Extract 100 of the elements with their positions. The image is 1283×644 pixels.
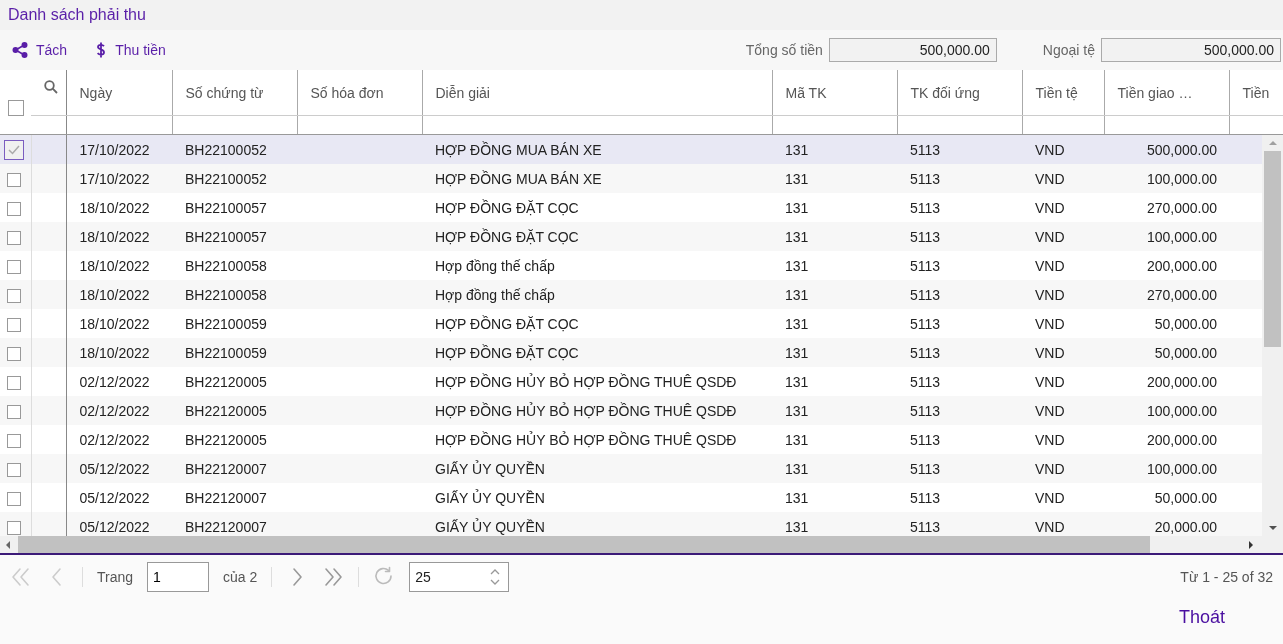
- table-cell: 100,000.00: [1146, 228, 1217, 245]
- table-cell: 5113: [910, 489, 941, 506]
- table-row[interactable]: 05/12/2022 BH22120007 GIẤY ỦY QUYỀN 131 5113 VND 20,000.00: [0, 512, 1262, 536]
- table-row[interactable]: 18/10/2022 BH22100057 HỢP ĐỒNG ĐẶT CỌC 131 5113 VND 100,000.00: [0, 222, 1262, 251]
- table-cell: 270,000.00: [1146, 286, 1217, 303]
- table-cell: 18/10/2022: [79, 344, 150, 361]
- checkbox[interactable]: [7, 288, 21, 303]
- checkbox[interactable]: [7, 462, 21, 477]
- table-cell: BH22120007: [185, 460, 267, 477]
- spinner-arrows-icon: [490, 568, 501, 586]
- table-cell: 5113: [910, 373, 941, 390]
- table-cell: 131: [785, 402, 809, 419]
- horizontal-scrollbar[interactable]: [0, 536, 1283, 555]
- total-field[interactable]: 500,000.00: [828, 38, 997, 62]
- table-cell: 131: [785, 518, 809, 535]
- table-row[interactable]: 17/10/2022 BH22100052 HỢP ĐỒNG MUA BÁN XE 131 5113 VND 500,000.00: [0, 135, 1262, 164]
- table-cell: 131: [785, 344, 809, 361]
- table-cell: BH22100057: [185, 199, 267, 216]
- checkmark-icon: [8, 144, 20, 155]
- table-cell: BH22100052: [185, 170, 267, 187]
- table-cell: 5113: [910, 315, 941, 332]
- table-cell: 131: [785, 315, 809, 332]
- column-header[interactable]: Diễn giải: [422, 70, 772, 116]
- column-header[interactable]: Ngày: [66, 70, 172, 116]
- table-cell: VND: [1035, 460, 1065, 477]
- table-row[interactable]: 18/10/2022 BH22100058 Hợp đồng thế chấp 131 5113 VND 270,000.00: [0, 280, 1262, 309]
- window-title: Danh sách phải thu: [8, 6, 146, 24]
- table-cell: 5113: [910, 170, 941, 187]
- column-header[interactable]: Mã TK: [772, 70, 897, 116]
- table-cell: HỢP ĐỒNG ĐẶT CỌC: [435, 199, 579, 216]
- page-count: của 2: [223, 569, 258, 585]
- table-row[interactable]: 18/10/2022 BH22100059 HỢP ĐỒNG ĐẶT CỌC 131 5113 VND 50,000.00: [0, 338, 1262, 367]
- vertical-scrollbar[interactable]: [1262, 135, 1283, 536]
- table-cell: BH22120007: [185, 489, 267, 506]
- table-cell: 17/10/2022: [79, 170, 150, 187]
- column-header[interactable]: Tiền giao …: [1104, 70, 1229, 116]
- table-cell: 05/12/2022: [79, 460, 150, 477]
- column-header[interactable]: TK đối ứng: [897, 70, 1022, 116]
- column-header[interactable]: Tiền tệ: [1022, 70, 1104, 116]
- column-header[interactable]: Số chứng từ: [172, 70, 297, 116]
- table-cell: VND: [1035, 286, 1065, 303]
- split-button[interactable]: Tách: [10, 39, 70, 61]
- table-cell: 5113: [910, 402, 941, 419]
- table-row[interactable]: 17/10/2022 BH22100052 HỢP ĐỒNG MUA BÁN XE 131 5113 VND 100,000.00: [0, 164, 1262, 193]
- table-cell: 50,000.00: [1154, 344, 1217, 361]
- table-cell: 5113: [910, 141, 941, 158]
- page-size-field[interactable]: 25: [409, 562, 510, 592]
- table-cell: HỢP ĐỒNG ĐẶT CỌC: [435, 228, 579, 245]
- table-cell: 02/12/2022: [79, 373, 150, 390]
- table-cell: 18/10/2022: [79, 199, 150, 216]
- collect-payment-button[interactable]: Thu tiền: [93, 39, 168, 61]
- checkbox[interactable]: [7, 172, 21, 187]
- table-cell: 18/10/2022: [79, 257, 150, 274]
- table-cell: 5113: [910, 431, 941, 448]
- checkbox[interactable]: [7, 404, 21, 419]
- checkbox[interactable]: [8, 100, 24, 116]
- checkbox[interactable]: [7, 433, 21, 448]
- table-cell: HỢP ĐỒNG HỦY BỎ HỢP ĐỒNG THUÊ QSDĐ: [435, 431, 737, 448]
- dollar-icon: [95, 41, 108, 59]
- table-cell: 131: [785, 199, 809, 216]
- table-cell: BH22100052: [185, 141, 267, 158]
- table-cell: 02/12/2022: [79, 431, 150, 448]
- table-cell: Hợp đồng thế chấp: [435, 257, 555, 274]
- table-cell: VND: [1035, 518, 1065, 535]
- table-cell: 5113: [910, 199, 941, 216]
- table-cell: GIẤY ỦY QUYỀN: [435, 460, 545, 477]
- page-label: Trang: [97, 569, 134, 585]
- table-cell: 131: [785, 228, 809, 245]
- table-cell: 131: [785, 170, 809, 187]
- table-cell: VND: [1035, 315, 1065, 332]
- table-cell: 20,000.00: [1154, 518, 1217, 535]
- checkbox[interactable]: [7, 375, 21, 390]
- page-summary: Từ 1 - 25 of 32: [1180, 569, 1273, 585]
- page-field[interactable]: 1: [147, 562, 210, 592]
- table-cell: 5113: [910, 344, 941, 361]
- table-cell: 131: [785, 141, 809, 158]
- search-icon: [44, 80, 58, 94]
- checkbox[interactable]: [7, 491, 21, 506]
- total-field[interactable]: 500,000.00: [1101, 38, 1281, 62]
- table-cell: 131: [785, 257, 809, 274]
- checkbox[interactable]: [7, 201, 21, 216]
- column-header[interactable]: Số hóa đơn: [297, 70, 422, 116]
- checkbox[interactable]: [4, 139, 24, 160]
- last-page-icon: [322, 566, 345, 588]
- table-cell: 131: [785, 489, 809, 506]
- table-cell: 200,000.00: [1146, 257, 1217, 274]
- table-cell: VND: [1035, 228, 1065, 245]
- table-cell: HỢP ĐỒNG ĐẶT CỌC: [435, 315, 579, 332]
- checkbox[interactable]: [7, 317, 21, 332]
- table-cell: HỢP ĐỒNG HỦY BỎ HỢP ĐỒNG THUÊ QSDĐ: [435, 373, 737, 390]
- checkbox[interactable]: [7, 520, 21, 535]
- table-row[interactable]: 02/12/2022 BH22120005 HỢP ĐỒNG HỦY BỎ HỢP ĐỒNG THUÊ QSDĐ 131 5113 VND 100,000.00: [0, 396, 1262, 425]
- table-cell: BH22120005: [185, 373, 267, 390]
- checkbox[interactable]: [7, 259, 21, 274]
- column-header[interactable]: Tiền: [1229, 70, 1283, 116]
- checkbox[interactable]: [7, 230, 21, 245]
- checkbox[interactable]: [7, 346, 21, 361]
- close-link[interactable]: Thoát: [1178, 607, 1225, 628]
- table-cell: 131: [785, 431, 809, 448]
- table-row[interactable]: 05/12/2022 BH22120007 GIẤY ỦY QUYỀN 131 5113 VND 100,000.00: [0, 454, 1262, 483]
